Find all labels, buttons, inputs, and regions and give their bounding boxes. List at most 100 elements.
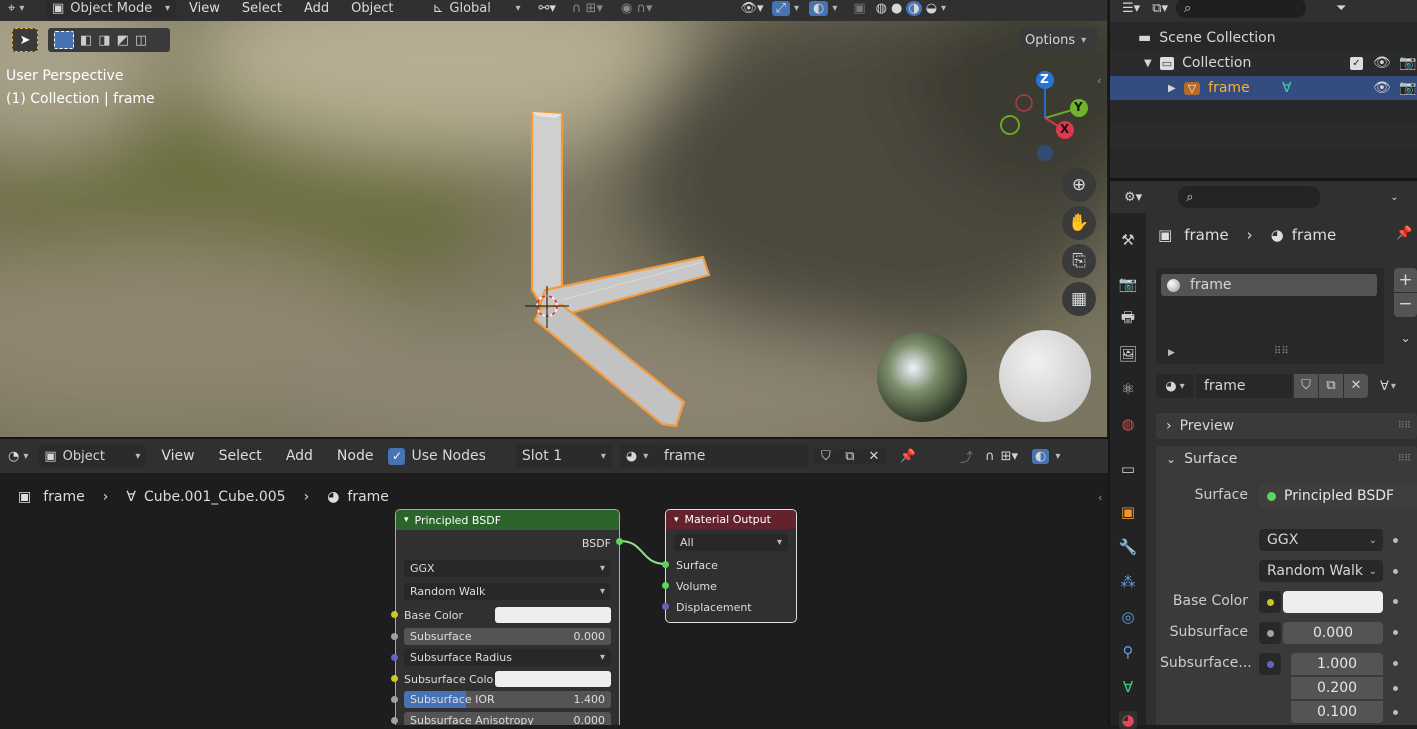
keyframe-dot[interactable] (1393, 599, 1398, 604)
outliner-row-frame[interactable]: ▶ ▽ frame ∀ 👁 📷 (1110, 76, 1417, 100)
keyframe-dot[interactable] (1393, 710, 1398, 715)
collection-tab-icon[interactable]: ▭ (1119, 460, 1137, 478)
duplicate-material-icon[interactable]: ⧉ (1319, 374, 1343, 398)
distribution-dropdown[interactable]: GGX ▾ (404, 560, 611, 577)
subsurface-link-button[interactable] (1259, 622, 1281, 644)
output-node-header[interactable]: ▾ Material Output (666, 510, 796, 529)
material-tab-icon[interactable]: ◕ (1119, 711, 1137, 729)
subsurface-socket[interactable] (391, 633, 398, 640)
surface-input-socket[interactable] (662, 561, 669, 568)
subsurface-ior-socket[interactable] (391, 696, 398, 703)
select-subtract-icon[interactable]: ◨ (98, 33, 110, 48)
fake-user-icon[interactable]: ⛉ (1294, 374, 1318, 398)
gizmo-toggle-icon[interactable]: ⤢ (771, 0, 790, 16)
menu-object[interactable]: Object (342, 1, 402, 16)
bsdf-output-socket[interactable] (616, 538, 623, 545)
subsurface-anisotropy-field[interactable]: Subsurface Anisotropy 0.000 (404, 712, 611, 725)
material-browse-dropdown[interactable]: ◕ ▾ (1156, 374, 1194, 398)
collapse-icon[interactable]: ▾ (674, 515, 679, 525)
visibility-icon[interactable]: 👁▾ (741, 1, 764, 16)
sidebar-toggle-icon[interactable]: ‹ (1097, 74, 1101, 87)
mesh-data-icon[interactable]: ∀ (1282, 80, 1292, 96)
subsurface-anisotropy-socket[interactable] (391, 717, 398, 724)
base-color-socket[interactable] (391, 611, 398, 618)
properties-editor-icon[interactable]: ⚙▾ (1124, 190, 1142, 205)
subsurface-ior-field[interactable]: Subsurface IOR 1.400 (404, 691, 611, 708)
expand-arrow-icon[interactable]: ▶ (1168, 83, 1176, 94)
material-name-field[interactable]: frame (1196, 374, 1292, 398)
subsurface-method-dropdown[interactable]: Random Walk ▾ (404, 583, 611, 600)
node-editor[interactable]: ◔ ▾ ▣ Object ▾ View Select Add Node ✓ Use N… (0, 439, 1108, 725)
properties-search-field[interactable]: ⌕ (1178, 186, 1321, 208)
viewport-3d[interactable]: ⌖ ▾ ▣ Object Mode ▾ View Select Add Object … (0, 0, 1107, 437)
link-dropdown[interactable]: ∀ ▾ (1380, 374, 1417, 398)
displacement-input-socket[interactable] (662, 603, 669, 610)
orientation-dropdown[interactable]: ⊾ Global ▾ (426, 0, 526, 19)
menu-view[interactable]: View (180, 1, 229, 16)
xray-icon[interactable]: ▣ (853, 1, 865, 16)
base-color-swatch[interactable] (495, 607, 611, 623)
select-extend-icon[interactable]: ◧ (80, 33, 92, 48)
subsurface-field[interactable]: Subsurface 0.000 (404, 628, 611, 645)
keyframe-dot[interactable] (1393, 630, 1398, 635)
subsurface-radius-link-button[interactable] (1259, 653, 1281, 675)
scene-tab-icon[interactable]: ⚛ (1119, 380, 1137, 398)
subsurface-radius-x-field[interactable]: 1.000 (1291, 653, 1383, 675)
base-color-swatch[interactable] (1283, 591, 1383, 613)
render-tab-icon[interactable]: 📷 (1119, 275, 1138, 293)
slot-specials-button[interactable]: ⌄ (1394, 326, 1417, 350)
distribution-dropdown[interactable]: GGX ⌄ (1259, 529, 1383, 551)
keyframe-dot[interactable] (1393, 661, 1398, 666)
filter-icon[interactable]: ⏷ (1336, 1, 1346, 16)
material-slot-item[interactable]: frame (1161, 274, 1377, 296)
select-new-icon[interactable] (54, 31, 74, 49)
material-slot-list[interactable]: frame ▶ ⠿⠿ (1156, 268, 1384, 364)
subsurface-radius-socket[interactable] (391, 654, 398, 661)
add-slot-button[interactable]: + (1394, 268, 1417, 292)
subsurface-color-swatch[interactable] (495, 671, 611, 687)
eye-icon[interactable]: 👁 (1373, 55, 1391, 71)
outliner-editor-icon[interactable]: ☰▾ (1122, 1, 1140, 16)
collapse-icon[interactable]: ▾ (404, 515, 409, 525)
world-tab-icon[interactable]: ◍ (1119, 415, 1137, 433)
snap-icon[interactable]: ∩ ⊞▾ (572, 1, 603, 16)
collection-checkbox-icon[interactable]: ✓ (1350, 56, 1363, 70)
constraints-tab-icon[interactable]: ⚲ (1119, 643, 1137, 661)
physics-tab-icon[interactable]: ◎ (1119, 608, 1137, 626)
subsurface-radius-y-field[interactable]: 0.200 (1291, 677, 1383, 699)
remove-slot-button[interactable]: − (1394, 293, 1417, 317)
options-dropdown[interactable]: Options ▾ (1019, 28, 1097, 52)
wireframe-shading-icon[interactable]: ◍ (876, 1, 887, 16)
material-shading-icon[interactable]: ◑ (906, 0, 922, 16)
pan-hand-icon[interactable]: ✋ (1062, 206, 1096, 240)
output-target-dropdown[interactable]: All ▾ (674, 534, 788, 551)
base-color-link-button[interactable] (1259, 591, 1281, 613)
menu-add[interactable]: Add (295, 1, 338, 16)
overlay-toggle-icon[interactable]: ◐ (808, 0, 829, 16)
expand-arrow-icon[interactable]: ▶ (1168, 348, 1175, 358)
subsurface-radius-z-field[interactable]: 0.100 (1291, 701, 1383, 723)
view-layer-tab-icon[interactable]: 🖼 (1118, 345, 1137, 363)
menu-select[interactable]: Select (233, 1, 291, 16)
output-tab-icon[interactable]: 🖶 (1119, 308, 1137, 328)
camera-render-icon[interactable]: 📷 (1399, 80, 1416, 96)
select-intersect-icon[interactable]: ◫ (135, 33, 147, 48)
resize-handle-icon[interactable]: ⠿⠿ (1274, 346, 1289, 357)
drag-handle-icon[interactable]: ⠿⠿ (1398, 454, 1417, 464)
modifier-tab-icon[interactable]: 🔧 (1119, 538, 1138, 556)
outliner[interactable]: ☰▾ ⧉▾ ⌕ ⏷ ▬ Scene Collection ▼ ▭ Collection… (1110, 0, 1417, 178)
bsdf-node-header[interactable]: ▾ Principled BSDF (396, 510, 619, 530)
pin-icon[interactable]: 📌 (1396, 226, 1412, 241)
data-tab-icon[interactable]: ∀ (1119, 678, 1137, 696)
principled-bsdf-node[interactable]: ▾ Principled BSDF BSDF GGX ▾ Random Walk ▾ … (395, 509, 620, 725)
drag-handle-icon[interactable]: ⠿⠿ (1398, 421, 1417, 431)
zoom-icon[interactable]: ⊕ (1062, 168, 1096, 202)
volume-input-socket[interactable] (662, 582, 669, 589)
select-tool-button[interactable]: ➤ (12, 28, 38, 52)
proportional-edit-icon[interactable]: ◉ ∩▾ (621, 1, 653, 16)
subsurface-radius-dropdown[interactable]: Subsurface Radius ▾ (404, 649, 611, 666)
object-tab-icon[interactable]: ▣ (1119, 503, 1137, 521)
camera-render-icon[interactable]: 📷 (1399, 55, 1416, 71)
mode-dropdown[interactable]: ▣ Object Mode ▾ (46, 0, 176, 19)
material-output-node[interactable]: ▾ Material Output All ▾ Surface Volume Dis… (665, 509, 797, 623)
